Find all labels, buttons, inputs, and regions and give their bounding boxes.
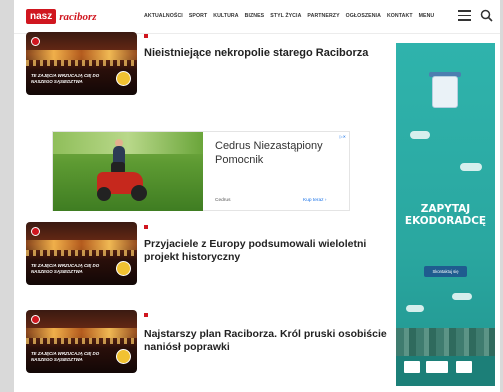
nav-item-sport[interactable]: SPORT <box>189 13 207 19</box>
thumbnail-caption: Te zajęcia wrzucają Cię do Naszego Sąsie… <box>31 73 100 84</box>
article-meta <box>144 34 168 39</box>
partner-logo <box>404 361 420 373</box>
ad-image[interactable] <box>53 132 203 211</box>
main-nav: AKTUALNOŚCI SPORT KULTURA BIZNES STYL ŻY… <box>144 13 434 19</box>
logo-box: nasz <box>26 9 57 24</box>
banner-city-illustration <box>396 328 495 356</box>
ekodoradca-banner[interactable]: ZAPYTAJ EKODORADCĘ Skontaktuj się <box>396 43 495 386</box>
article-thumbnail[interactable]: Te zajęcia wrzucają Cię do Naszego Sąsie… <box>26 32 137 95</box>
ad-cta-link[interactable]: Kup teraz › <box>303 198 326 203</box>
partner-logo <box>426 361 448 373</box>
category-badge-icon <box>31 37 40 46</box>
site-header: nasz raciborz AKTUALNOŚCI SPORT KULTURA … <box>14 0 500 34</box>
search-icon[interactable] <box>480 9 493 22</box>
article-card[interactable]: Te zajęcia wrzucają Cię do Naszego Sąsie… <box>26 32 392 102</box>
ad-title[interactable]: Cedrus Niezastąpiony Pomocnik <box>215 140 343 168</box>
recycling-bin-icon <box>432 76 458 108</box>
site-logo[interactable]: nasz raciborz <box>26 8 97 25</box>
banner-contact-button[interactable]: Skontaktuj się <box>424 266 467 277</box>
article-title[interactable]: Nieistniejące nekropolie starego Racibor… <box>144 47 384 60</box>
category-badge-icon <box>31 227 40 236</box>
nav-item-partnerzy[interactable]: PARTNERZY <box>307 13 339 19</box>
coin-icon <box>116 349 131 364</box>
ad-choices-icon[interactable]: ▷✕ <box>340 134 346 139</box>
nav-item-styl-zycia[interactable]: STYL ŻYCIA <box>270 13 301 19</box>
logo-text: raciborz <box>59 10 97 23</box>
page: nasz raciborz AKTUALNOŚCI SPORT KULTURA … <box>14 0 500 392</box>
article-thumbnail[interactable]: Te zajęcia wrzucają Cię do Naszego Sąsie… <box>26 222 137 285</box>
coin-icon <box>116 71 131 86</box>
sponsored-ad[interactable]: Cedrus Niezastąpiony Pomocnik Cedrus Kup… <box>52 131 350 211</box>
nav-item-ogloszenia[interactable]: OGŁOSZENIA <box>346 13 381 19</box>
ad-brand: Cedrus <box>215 198 231 203</box>
article-meta <box>144 313 151 318</box>
banner-title-line1: ZAPYTAJ <box>420 203 471 215</box>
thumbnail-caption: Te zajęcia wrzucają Cię do Naszego Sąsie… <box>31 263 100 274</box>
ad-cta-label: Kup teraz <box>303 198 324 203</box>
nav-item-kontakt[interactable]: KONTAKT <box>387 13 413 19</box>
nav-item-kultura[interactable]: KULTURA <box>213 13 238 19</box>
article-card[interactable]: Te zajęcia wrzucają Cię do Naszego Sąsie… <box>26 222 392 292</box>
nav-item-biznes[interactable]: BIZNES <box>245 13 265 19</box>
thumbnail-caption: Te zajęcia wrzucają Cię do Naszego Sąsie… <box>31 351 100 362</box>
coin-icon <box>116 261 131 276</box>
nav-item-aktualnosci[interactable]: AKTUALNOŚCI <box>144 13 183 19</box>
partner-logo <box>456 361 472 373</box>
banner-title-line2: EKODORADCĘ <box>404 215 487 228</box>
nav-item-menu[interactable]: MENU <box>419 13 435 19</box>
article-card[interactable]: Te zajęcia wrzucają Cię do Naszego Sąsie… <box>26 310 392 380</box>
hamburger-icon[interactable] <box>458 10 471 21</box>
banner-title: ZAPYTAJ EKODORADCĘ <box>396 203 495 227</box>
article-meta <box>144 225 151 230</box>
article-title[interactable]: Najstarszy plan Raciborza. Król pruski o… <box>144 328 389 353</box>
article-title[interactable]: Przyjaciele z Europy podsumowali wielole… <box>144 238 389 263</box>
category-badge-icon <box>31 315 40 324</box>
article-thumbnail[interactable]: Te zajęcia wrzucają Cię do Naszego Sąsie… <box>26 310 137 373</box>
